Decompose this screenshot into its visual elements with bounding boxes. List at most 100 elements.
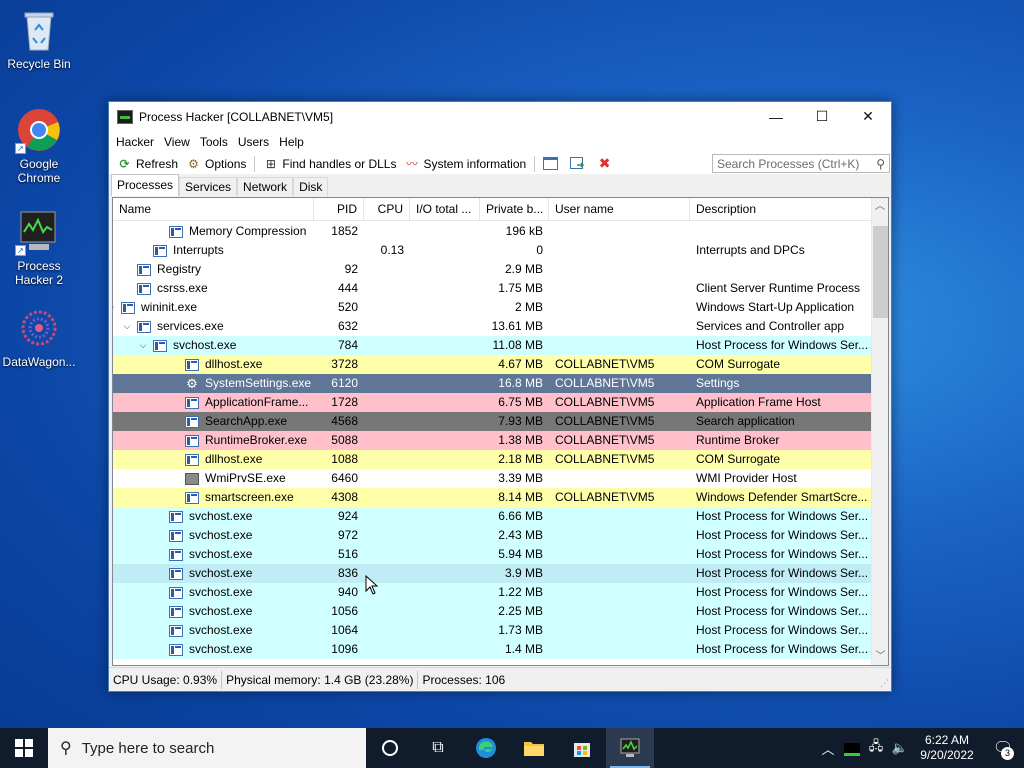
process-row[interactable]: Interrupts 0.13 0 Interrupts and DPCs (113, 241, 871, 260)
column-io-total[interactable]: I/O total ... (410, 198, 480, 221)
show-hidden-icons-chevron-icon[interactable]: ︿ (816, 739, 840, 758)
taskbar-clock[interactable]: 6:22 AM 9/20/2022 (912, 733, 982, 763)
scroll-down-icon[interactable]: ﹀ (872, 648, 888, 665)
process-cpu (364, 469, 410, 488)
process-row[interactable]: dllhost.exe 1088 2.18 MB COLLABNET\VM5 COM S… (113, 450, 871, 469)
tab-network[interactable]: Network (237, 177, 294, 196)
start-button[interactable] (0, 728, 48, 768)
vertical-scrollbar[interactable]: ︿ ﹀ (871, 198, 888, 665)
process-row[interactable]: ⌵ wininit.exe 520 2 MB Windows Start-Up Appl… (113, 298, 871, 317)
chrome-icon: ↗ (15, 106, 63, 154)
desktop-icon-process-hacker[interactable]: ↗ Process Hacker 2 (2, 208, 76, 287)
desktop-icon-recycle-bin[interactable]: Recycle Bin (2, 6, 76, 71)
window-icon-button[interactable] (539, 154, 566, 174)
process-name: svchost.exe (189, 528, 253, 542)
process-row[interactable]: svchost.exe 972 2.43 MB Host Process for Wi… (113, 526, 871, 545)
file-explorer-taskbar-button[interactable] (510, 728, 558, 768)
volume-icon[interactable]: 🔈 (888, 740, 912, 756)
tab-processes[interactable]: Processes (111, 174, 180, 196)
process-row[interactable]: RuntimeBroker.exe 5088 1.38 MB COLLABNET\VM… (113, 431, 871, 450)
column-cpu[interactable]: CPU (364, 198, 410, 221)
menu-help[interactable]: Help (274, 135, 309, 149)
process-row[interactable]: svchost.exe 924 6.66 MB Host Process for Wi… (113, 507, 871, 526)
process-description: Host Process for Windows Ser... (696, 623, 869, 637)
process-row[interactable]: WmiPrvSE.exe 6460 3.39 MB WMI Provider Host (113, 469, 871, 488)
process-row[interactable]: svchost.exe 1096 1.4 MB Host Process for Wi… (113, 640, 871, 659)
toolbar-separator (534, 155, 536, 172)
tree-expand-chevron-icon[interactable]: ⌵ (137, 336, 149, 355)
maximize-button[interactable]: ☐ (799, 102, 845, 131)
tree-expand-chevron-icon[interactable]: ⌵ (121, 317, 133, 336)
taskbar-search-box[interactable]: ⚲ Type here to search (48, 728, 366, 768)
terminate-button[interactable]: ✖ (593, 154, 620, 174)
scroll-thumb[interactable] (873, 226, 888, 318)
desktop-icon-datawagon[interactable]: DataWagon... (2, 304, 76, 369)
process-row[interactable]: svchost.exe 940 1.22 MB Host Process for Wi… (113, 583, 871, 602)
store-taskbar-button[interactable] (558, 728, 606, 768)
cortana-button[interactable] (366, 728, 414, 768)
menu-hacker[interactable]: Hacker (111, 135, 159, 149)
process-window-icon (137, 320, 151, 333)
edge-taskbar-button[interactable] (462, 728, 510, 768)
process-private-bytes: 6.66 MB (498, 509, 543, 523)
process-private-bytes: 0 (536, 243, 543, 257)
tab-services[interactable]: Services (179, 177, 238, 196)
process-name-cell: svchost.exe (113, 564, 314, 583)
process-row[interactable]: ⌵ services.exe 632 13.61 MB Services and Con… (113, 317, 871, 336)
action-center-button[interactable]: 🗨 3 (982, 728, 1024, 768)
process-window-icon (169, 567, 183, 580)
task-view-button[interactable]: ⧉ (414, 728, 462, 768)
desktop-icon-google-chrome[interactable]: ↗ Google Chrome (2, 106, 76, 185)
cortana-circle-icon (382, 740, 398, 756)
process-io-total (410, 317, 480, 336)
minimize-button[interactable]: — (753, 102, 799, 131)
process-io-total (410, 450, 480, 469)
menu-users[interactable]: Users (233, 135, 274, 149)
close-button[interactable]: ✕ (845, 102, 891, 131)
process-row[interactable]: SearchApp.exe 4568 7.93 MB COLLABNET\VM5 Sea… (113, 412, 871, 431)
notification-count-badge: 3 (1001, 747, 1014, 760)
process-row[interactable]: dllhost.exe 3728 4.67 MB COLLABNET\VM5 COM S… (113, 355, 871, 374)
process-window-icon (121, 301, 135, 314)
toolbar: ⟳ Refresh ⚙ Options ⊞ Find handles or DL… (109, 153, 891, 174)
title-bar[interactable]: Process Hacker [COLLABNET\VM5] — ☐ ✕ (109, 102, 891, 131)
process-row[interactable]: Registry 92 2.9 MB (113, 260, 871, 279)
go-to-window-button[interactable] (566, 154, 593, 174)
process-row[interactable]: Memory Compression 1852 196 kB (113, 222, 871, 241)
column-pid[interactable]: PID (314, 198, 364, 221)
process-row[interactable]: ⚙ SystemSettings.exe 6120 16.8 MB COLLABNET\… (113, 374, 871, 393)
process-row[interactable]: csrss.exe 444 1.75 MB Client Server Runtime… (113, 279, 871, 298)
find-handles-button[interactable]: ⊞ Find handles or DLLs (259, 154, 400, 174)
column-name[interactable]: Name (113, 198, 314, 221)
wmi-process-icon (185, 472, 199, 485)
process-row[interactable]: svchost.exe 516 5.94 MB Host Process for Wi… (113, 545, 871, 564)
network-icon[interactable]: 🖧 (864, 737, 888, 759)
process-private-bytes: 6.75 MB (498, 395, 543, 409)
taskbar: ⚲ Type here to search ⧉ ︿ 🖧 🔈 6:22 AM 9/… (0, 728, 1024, 768)
menu-view[interactable]: View (159, 135, 195, 149)
process-description: COM Surrogate (696, 452, 781, 466)
process-row[interactable]: ApplicationFrame... 1728 6.75 MB COLLABNET\… (113, 393, 871, 412)
process-window-icon (169, 548, 183, 561)
column-description[interactable]: Description (690, 198, 871, 221)
scroll-up-icon[interactable]: ︿ (872, 198, 888, 215)
menu-tools[interactable]: Tools (195, 135, 233, 149)
process-row[interactable]: ⌵ svchost.exe 784 11.08 MB Host Process for … (113, 336, 871, 355)
process-hacker-taskbar-button[interactable] (606, 728, 654, 768)
process-description: Interrupts and DPCs (696, 243, 805, 257)
tab-disk[interactable]: Disk (293, 177, 329, 196)
process-row[interactable]: svchost.exe 1064 1.73 MB Host Process for W… (113, 621, 871, 640)
column-private-bytes[interactable]: Private b... (480, 198, 549, 221)
options-button[interactable]: ⚙ Options (182, 154, 250, 174)
resize-grip-icon[interactable]: ⋰ (880, 678, 889, 689)
process-row[interactable]: svchost.exe 1056 2.25 MB Host Process for W… (113, 602, 871, 621)
system-information-button[interactable]: 〰 System information (400, 154, 530, 174)
tree-expand-chevron-icon[interactable]: ⌵ (113, 298, 117, 317)
process-user-name (549, 621, 690, 640)
refresh-button[interactable]: ⟳ Refresh (113, 154, 182, 174)
process-hacker-tray-icon[interactable] (840, 740, 864, 756)
process-row[interactable]: svchost.exe 836 3.9 MB Host Process for Win… (113, 564, 871, 583)
column-user-name[interactable]: User name (549, 198, 690, 221)
search-processes-input[interactable]: Search Processes (Ctrl+K) ⚲ (712, 154, 890, 173)
process-row[interactable]: smartscreen.exe 4308 8.14 MB COLLABNET\VM5 W… (113, 488, 871, 507)
